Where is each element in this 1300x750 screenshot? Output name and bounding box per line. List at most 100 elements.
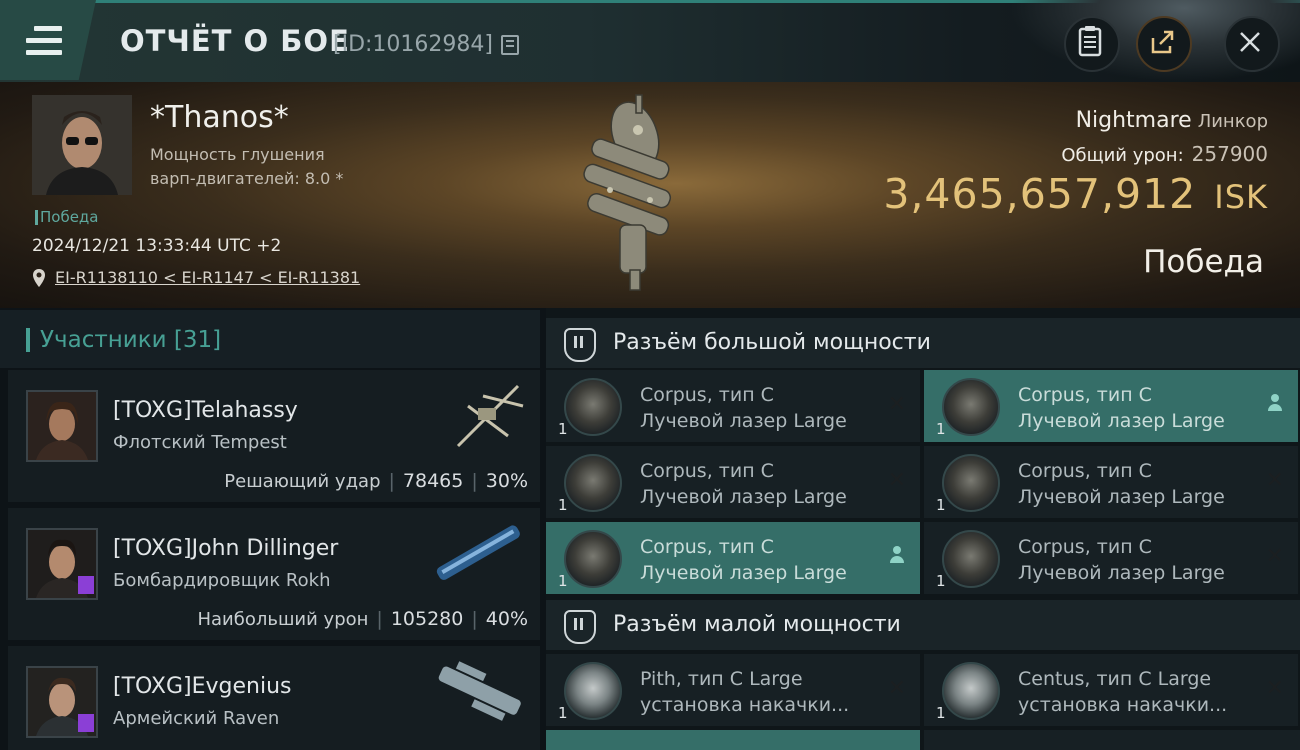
module-quantity: 1 <box>936 572 946 590</box>
victim-ship-name: Nightmare Линкор <box>1076 108 1268 133</box>
kill-datetime: 2024/12/21 13:33:44 UTC +2 <box>32 236 282 256</box>
destroyed-icon: ✕ <box>1265 468 1284 493</box>
victim-name: *Thanos* <box>150 100 289 135</box>
participant-damage: 105280 <box>390 608 464 630</box>
module-quantity: 1 <box>936 496 946 514</box>
total-damage-label: Общий урон: <box>1061 145 1184 166</box>
module-name: Centus, тип C Large <box>1018 668 1212 690</box>
page-title: ОТЧЁТ О БОЕ <box>120 24 350 58</box>
clipboard-button[interactable] <box>1064 16 1120 72</box>
laser-module-icon <box>942 530 1000 588</box>
menu-icon <box>26 26 62 62</box>
participant-ship-image <box>436 525 520 580</box>
destroyed-icon: ✕ <box>887 676 906 701</box>
module-type: Лучевой лазер Large <box>1018 410 1225 432</box>
participant-ship-image <box>456 384 524 448</box>
participant-name: [TOXG]John Dillinger <box>113 536 339 561</box>
module-name: Corpus, тип C <box>1018 460 1152 482</box>
stat-divider: | <box>376 608 383 630</box>
module-name: Corpus, тип C <box>640 384 774 406</box>
participants-title: Участники [31] <box>40 327 222 353</box>
shield-module-icon <box>564 662 622 720</box>
destroyed-icon: ✕ <box>887 468 906 493</box>
participant-stats: Наибольший урон | 105280 | 40% <box>197 608 528 630</box>
result-badge: Победа <box>35 208 99 226</box>
module-item[interactable]: 1 Corpus, тип C Лучевой лазер Large ✕ <box>546 370 920 442</box>
isk-value: 3,465,657,912 ISK <box>883 170 1268 218</box>
location-pin-icon <box>33 269 45 287</box>
module-item[interactable]: 1 Corpus, тип C Лучевой лазер Large <box>924 370 1298 442</box>
portrait-image <box>32 95 132 195</box>
stat-divider: | <box>388 470 395 492</box>
module-type: Лучевой лазер Large <box>1018 562 1225 584</box>
participant-rank-badge <box>78 714 94 732</box>
copy-icon[interactable] <box>501 35 519 55</box>
module-item[interactable]: 1 Centus, тип C Large установка накачки.… <box>924 654 1298 726</box>
destroyed-icon: ✕ <box>887 392 906 417</box>
participants-header[interactable]: Участники [31] <box>0 310 540 368</box>
high-slot-icon <box>564 328 596 362</box>
share-button[interactable] <box>1136 16 1192 72</box>
module-item[interactable]: 1 Corpus, тип C Лучевой лазер Large ✕ <box>546 446 920 518</box>
low-slot-icon <box>564 610 596 644</box>
participant-ship: Армейский Raven <box>113 708 280 729</box>
module-type: установка накачки... <box>640 694 850 716</box>
participant-name: [TOXG]Telahassy <box>113 398 298 423</box>
module-type: Лучевой лазер Large <box>640 486 847 508</box>
victim-portrait[interactable] <box>32 95 132 195</box>
module-quantity: 1 <box>936 420 946 438</box>
laser-module-icon <box>564 530 622 588</box>
module-name: Pith, тип C Large <box>640 668 803 690</box>
laser-module-icon <box>564 454 622 512</box>
module-item-partial[interactable] <box>924 730 1300 750</box>
destroyed-icon: ✕ <box>1265 544 1284 569</box>
low-slot-title: Разъём малой мощности <box>613 612 901 637</box>
participant-row[interactable]: [TOXG]Telahassy Флотский Tempest Решающи… <box>8 370 540 508</box>
report-id: [ID:10162984] <box>333 32 493 57</box>
module-item[interactable]: 1 Corpus, тип C Лучевой лазер Large ✕ <box>924 446 1298 518</box>
module-quantity: 1 <box>558 420 568 438</box>
participant-stats: Решающий удар | 78465 | 30% <box>224 470 528 492</box>
module-type: установка накачки... <box>1018 694 1228 716</box>
victim-stat-line1: Мощность глушения <box>150 145 325 164</box>
module-name: Corpus, тип C <box>1018 536 1152 558</box>
participant-stat-label: Наибольший урон <box>197 609 369 630</box>
ship-name-text: Nightmare <box>1075 108 1192 133</box>
participant-row[interactable]: [TOXG]Evgenius Армейский Raven <box>8 646 540 750</box>
module-item-partial[interactable] <box>546 730 920 750</box>
participant-damage: 78465 <box>402 470 464 492</box>
participant-percent: 40% <box>485 608 528 630</box>
shield-module-icon <box>942 662 1000 720</box>
location-route-link[interactable]: EI-R1138110 < EI-R1147 < EI-R11381 <box>55 268 360 287</box>
destroyed-icon: ✕ <box>1265 676 1284 701</box>
dropped-person-icon <box>890 546 904 564</box>
high-slot-header: Разъём большой мощности <box>546 318 1300 368</box>
module-quantity: 1 <box>558 496 568 514</box>
participant-ship: Бомбардировщик Rokh <box>113 570 331 591</box>
participant-rank-badge <box>78 576 94 594</box>
high-slot-title: Разъём большой мощности <box>613 330 931 355</box>
module-quantity: 1 <box>558 704 568 722</box>
close-icon <box>1240 32 1260 52</box>
victim-ship-image <box>583 94 672 291</box>
module-quantity: 1 <box>558 572 568 590</box>
isk-unit: ISK <box>1214 178 1268 216</box>
module-item[interactable]: 1 Corpus, тип C Лучевой лазер Large ✕ <box>924 522 1298 594</box>
laser-module-icon <box>564 378 622 436</box>
stat-divider: | <box>471 608 478 630</box>
share-icon <box>1151 30 1174 54</box>
participant-row[interactable]: [TOXG]John Dillinger Бомбардировщик Rokh… <box>8 508 540 646</box>
result-label: Победа <box>1143 244 1264 280</box>
module-type: Лучевой лазер Large <box>640 410 847 432</box>
clipboard-icon <box>1078 26 1102 57</box>
participant-ship-image <box>438 661 521 721</box>
close-button[interactable] <box>1224 16 1280 72</box>
laser-module-icon <box>942 454 1000 512</box>
module-item[interactable]: 1 Pith, тип C Large установка накачки...… <box>546 654 920 726</box>
participant-stat-label: Решающий удар <box>224 471 381 492</box>
module-item[interactable]: 1 Corpus, тип C Лучевой лазер Large <box>546 522 920 594</box>
module-type: Лучевой лазер Large <box>640 562 847 584</box>
low-slot-header: Разъём малой мощности <box>546 600 1300 650</box>
laser-module-icon <box>942 378 1000 436</box>
module-name: Corpus, тип C <box>640 460 774 482</box>
